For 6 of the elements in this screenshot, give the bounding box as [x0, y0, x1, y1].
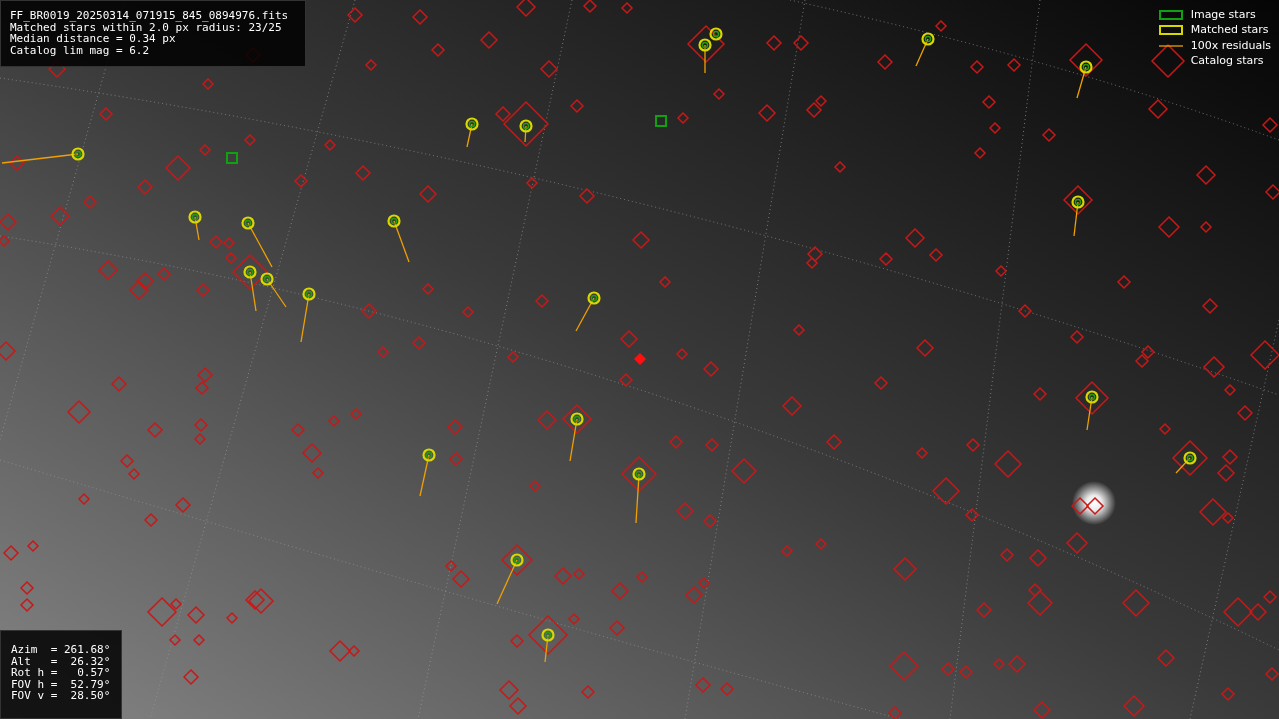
pointing-panel: Azim = 261.68° Alt = 26.32° Rot h = 0.57° FOV h = 52.79° FOV v = 28.50° [0, 630, 122, 719]
legend-label: Image stars [1190, 6, 1256, 23]
info-panel: FF_BR0019_20250314_071915_845_0894976.fits Matched stars within 2.0 px radius: 23/25 Median distance = 0.34 px Catalog lim mag = 6.2 [0, 0, 306, 67]
legend-label: Catalog stars [1190, 53, 1264, 69]
legend-label: 100x residuals [1190, 37, 1271, 54]
legend-label: Matched stars [1190, 22, 1269, 38]
